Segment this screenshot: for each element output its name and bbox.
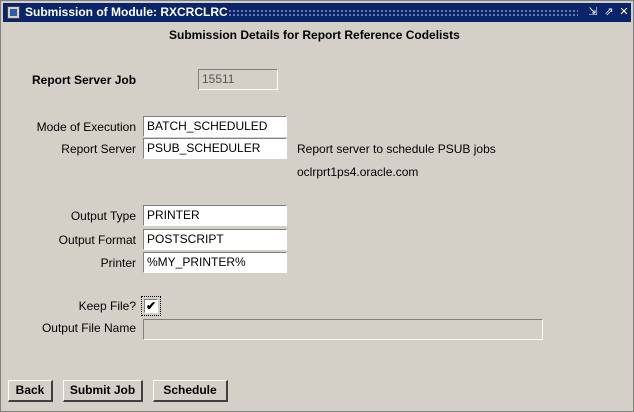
schedule-button[interactable]: Schedule: [153, 380, 228, 402]
report-server-job-label: Report Server Job: [32, 73, 137, 87]
submit-job-button[interactable]: Submit Job: [63, 380, 143, 402]
minimize-icon[interactable]: ⇲: [585, 5, 601, 20]
printer-label: Printer: [100, 256, 136, 270]
output-format-field[interactable]: POSTSCRIPT: [143, 229, 287, 250]
output-file-name-label: Output File Name: [41, 321, 136, 335]
close-icon[interactable]: ✕: [616, 5, 632, 20]
report-server-label: Report Server: [61, 142, 136, 156]
form-heading: Submission Details for Report Reference …: [169, 28, 460, 42]
printer-field[interactable]: %MY_PRINTER%: [143, 252, 287, 273]
app-icon: [7, 6, 20, 19]
window-title: Submission of Module: RXCRCLRC: [25, 5, 228, 19]
mode-of-execution-field[interactable]: BATCH_SCHEDULED: [143, 116, 287, 137]
report-server-host: oclrprt1ps4.oracle.com: [297, 165, 419, 179]
title-bar[interactable]: Submission of Module: RXCRCLRC ⇲ ⇗ ✕: [3, 3, 631, 22]
output-type-field[interactable]: PRINTER: [143, 205, 287, 226]
output-type-label: Output Type: [70, 209, 136, 223]
report-server-description: Report server to schedule PSUB jobs: [297, 142, 496, 156]
maximize-icon[interactable]: ⇗: [601, 5, 617, 20]
keep-file-label: Keep File?: [78, 299, 136, 313]
output-format-label: Output Format: [58, 233, 136, 247]
title-bar-grip: [228, 9, 578, 16]
back-button[interactable]: Back: [8, 380, 53, 402]
report-server-job-field: 15511: [198, 69, 278, 90]
output-file-name-field[interactable]: [143, 319, 543, 340]
submission-window: Submission of Module: RXCRCLRC ⇲ ⇗ ✕ Sub…: [0, 0, 634, 412]
keep-file-checkbox[interactable]: ✔: [144, 299, 158, 313]
report-server-field[interactable]: PSUB_SCHEDULER: [143, 138, 287, 159]
mode-of-execution-label: Mode of Execution: [36, 120, 136, 134]
